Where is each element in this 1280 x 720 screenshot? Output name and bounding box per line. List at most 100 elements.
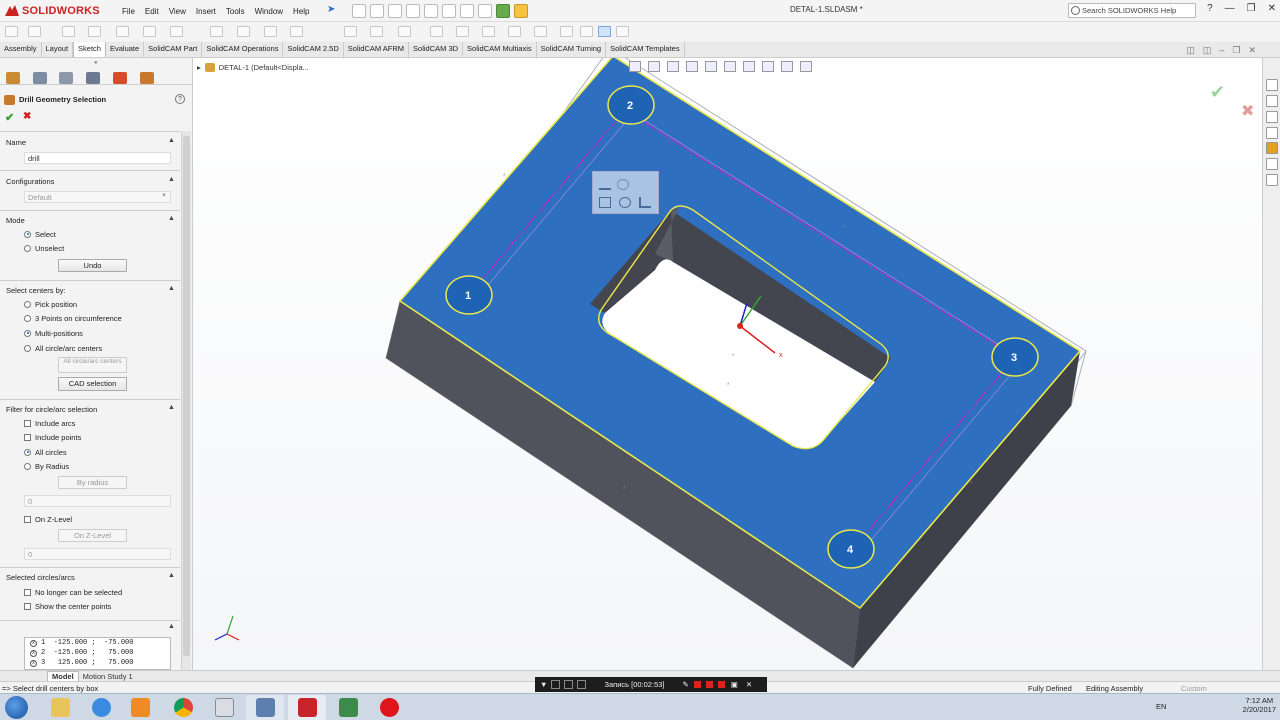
- start-button[interactable]: [5, 696, 28, 719]
- collapse-icon[interactable]: ▲: [168, 572, 175, 579]
- selected-circles-list[interactable]: x 1 -125.000 ; -75.000 x 2 -125.000 ; 75…: [24, 637, 171, 670]
- list-item[interactable]: x 3 125.000 ; 75.000: [25, 658, 170, 668]
- multi-positions-radio[interactable]: Multi-positions: [24, 328, 83, 338]
- tab-solidcam-3d[interactable]: SolidCAM 3D: [409, 42, 464, 57]
- display-relations-icon[interactable]: [508, 26, 521, 37]
- show-center-points-checkbox[interactable]: Show the center points: [24, 601, 111, 611]
- open-icon[interactable]: [370, 4, 384, 18]
- arc-icon[interactable]: [170, 26, 183, 37]
- camera-icon[interactable]: ▣: [731, 680, 738, 689]
- stop-icon[interactable]: [693, 681, 701, 688]
- property-manager-icon[interactable]: [59, 72, 73, 84]
- view-icon[interactable]: [617, 179, 629, 190]
- tab-solidcam-templates[interactable]: SolidCAM Templates: [606, 42, 685, 57]
- help-search-input[interactable]: Search SOLIDWORKS Help: [1068, 3, 1196, 18]
- previous-view-icon[interactable]: [667, 61, 679, 72]
- collapse-icon[interactable]: ▲: [168, 215, 175, 222]
- zoom-icon[interactable]: [564, 680, 574, 689]
- taskbar-ie[interactable]: [82, 695, 120, 720]
- collapse-icon[interactable]: ▲: [168, 176, 175, 183]
- home-icon[interactable]: [1266, 79, 1278, 91]
- display-manager-icon[interactable]: [113, 72, 127, 84]
- filter-section-header[interactable]: Filter for circle/arc selection: [6, 405, 97, 414]
- confirmation-corner[interactable]: ✔ ✖: [1210, 82, 1254, 120]
- configuration-manager-icon[interactable]: [86, 72, 100, 84]
- shaded-sketch-icon[interactable]: [616, 26, 629, 37]
- section-view-icon[interactable]: [686, 61, 698, 72]
- by-radius-button[interactable]: By radius: [58, 476, 127, 489]
- normal-to-icon[interactable]: [599, 197, 611, 208]
- all-circle-centers-button[interactable]: All circle/arc centers: [58, 357, 127, 373]
- menu-insert[interactable]: Insert: [191, 7, 221, 16]
- cad-selection-button[interactable]: CAD selection: [58, 377, 127, 391]
- smart-dimension-icon[interactable]: [28, 26, 41, 37]
- taskbar-chrome[interactable]: [164, 695, 202, 720]
- line-icon[interactable]: [62, 26, 75, 37]
- offset-entities-icon[interactable]: [398, 26, 411, 37]
- z-level-input[interactable]: 0: [24, 548, 171, 560]
- tab-solidcam-25d[interactable]: SolidCAM 2.5D: [283, 42, 344, 57]
- solidworks-logo[interactable]: SOLIDWORKS: [4, 3, 100, 19]
- options-icon[interactable]: [478, 4, 492, 18]
- rectangle-icon[interactable]: [88, 26, 101, 37]
- folder-icon[interactable]: [514, 4, 528, 18]
- list-item[interactable]: x 2 -125.000 ; 75.000: [25, 648, 170, 658]
- pin-menu-icon[interactable]: ➤: [327, 4, 335, 15]
- minimize-icon[interactable]: –: [1219, 45, 1224, 56]
- tab-layout[interactable]: Layout: [42, 42, 74, 57]
- new-icon[interactable]: [352, 4, 366, 18]
- tab-sketch[interactable]: Sketch: [73, 42, 106, 57]
- convert-entities-icon[interactable]: [370, 26, 383, 37]
- selected-section-header[interactable]: Selected circles/arcs: [6, 573, 75, 582]
- cam-manager-icon[interactable]: [140, 72, 154, 84]
- rapid-sketch-icon[interactable]: [580, 26, 593, 37]
- pause-icon[interactable]: [705, 681, 713, 688]
- collapse-icon[interactable]: ▲: [168, 404, 175, 411]
- undo-icon[interactable]: [424, 4, 438, 18]
- on-z-level-button[interactable]: On Z-Level: [58, 529, 127, 542]
- taskbar-network[interactable]: [246, 695, 284, 720]
- help-icon[interactable]: ?: [1207, 3, 1213, 14]
- custom-properties-icon[interactable]: [1266, 158, 1278, 170]
- anchor-icon[interactable]: [639, 197, 651, 208]
- flyout-feature-tree[interactable]: ▸ DETAL-1 (Default<Displa...: [197, 63, 309, 72]
- include-arcs-checkbox[interactable]: Include arcs: [24, 418, 75, 428]
- on-z-level-checkbox[interactable]: On Z-Level: [24, 514, 72, 524]
- taskbar-solidcam[interactable]: [329, 695, 367, 720]
- tile-icon[interactable]: ◫: [1203, 45, 1212, 56]
- three-points-radio[interactable]: 3 Points on circumference: [24, 313, 122, 323]
- rebuild-icon[interactable]: [460, 4, 474, 18]
- region-icon[interactable]: [577, 680, 587, 689]
- menu-tools[interactable]: Tools: [221, 7, 250, 16]
- trim-icon[interactable]: [344, 26, 357, 37]
- tab-motion-study[interactable]: Motion Study 1: [79, 672, 137, 681]
- model-view[interactable]: 1234 x *** *** ✔ ✖: [193, 58, 1262, 670]
- save-icon[interactable]: [388, 4, 402, 18]
- remove-icon[interactable]: x: [30, 649, 37, 657]
- list-item[interactable]: x 1 -125.000 ; -75.000: [25, 638, 170, 648]
- remove-icon[interactable]: x: [30, 659, 37, 667]
- graphics-area[interactable]: 1234 x * * * * * * ✔ ✖ ▸ DETAL-1 (Default<Di: [193, 58, 1262, 670]
- linear-pattern-icon[interactable]: [456, 26, 469, 37]
- menu-file[interactable]: File: [117, 7, 140, 16]
- appearance-icon[interactable]: [762, 61, 774, 72]
- design-library-icon[interactable]: [1266, 111, 1278, 123]
- mode-unselect-radio[interactable]: Unselect: [24, 243, 64, 253]
- taskbar-calculator[interactable]: [205, 695, 243, 720]
- tab-solidcam-turning[interactable]: SolidCAM Turning: [537, 42, 607, 57]
- zoom-selection-icon[interactable]: [619, 197, 631, 208]
- polygon-icon[interactable]: [210, 26, 223, 37]
- configurations-select[interactable]: Default ▼: [24, 191, 171, 203]
- view-orientation-icon[interactable]: [705, 61, 717, 72]
- menu-edit[interactable]: Edit: [140, 7, 164, 16]
- system-clock[interactable]: 7:12 AM 2/20/2017: [1243, 696, 1276, 714]
- pick-position-radio[interactable]: Pick position: [24, 299, 77, 309]
- repair-sketch-icon[interactable]: [534, 26, 547, 37]
- ok-button[interactable]: ✔: [5, 111, 14, 124]
- scrollbar-thumb[interactable]: [183, 136, 190, 656]
- tab-model[interactable]: Model: [47, 670, 79, 682]
- menu-view[interactable]: View: [164, 7, 191, 16]
- expand-arrow-icon[interactable]: ▸: [197, 63, 201, 72]
- solidcam-manager-icon[interactable]: [6, 72, 20, 84]
- radius-input[interactable]: 0: [24, 495, 171, 507]
